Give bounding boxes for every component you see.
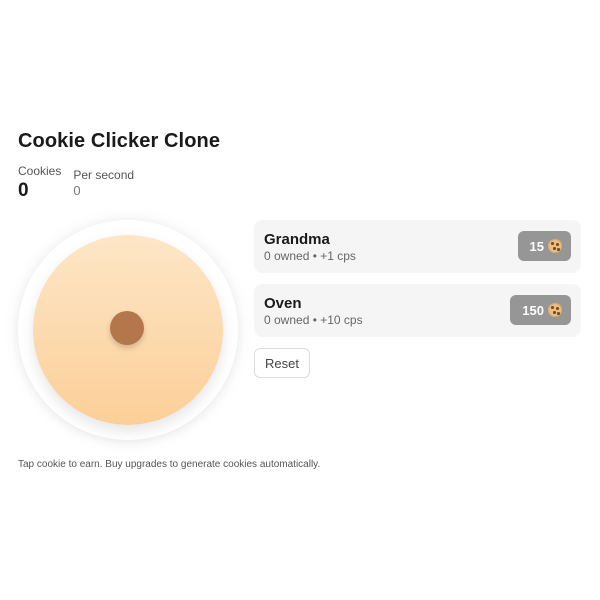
stats-panel: Cookies 0 Per second 0 [18, 164, 582, 204]
page-title: Cookie Clicker Clone [18, 130, 221, 152]
cookie-icon [548, 303, 562, 317]
app-container: Cookie Clicker Clone Cookies 0 Per secon… [18, 128, 582, 470]
upgrades-list: Grandma 0 owned • +1 cps 15 Oven 0 owned… [254, 220, 581, 378]
cookie-container [18, 220, 238, 440]
upgrade-detail: 0 owned • +10 cps [264, 313, 363, 327]
upgrade-name: Oven [264, 295, 302, 312]
upgrade-card-oven: Oven 0 owned • +10 cps 150 [254, 284, 581, 337]
upgrade-name: Grandma [264, 231, 330, 248]
per-second-label: Per second [73, 168, 135, 182]
per-second-value: 0 [73, 183, 81, 198]
cookies-label: Cookies [18, 164, 62, 178]
buy-oven-button[interactable]: 150 [510, 295, 571, 325]
cookie-icon[interactable] [33, 235, 223, 425]
upgrade-cost: 150 [522, 302, 544, 318]
upgrade-card-grandma: Grandma 0 owned • +1 cps 15 [254, 220, 581, 273]
cookie-icon [548, 239, 562, 253]
hint-text: Tap cookie to earn. Buy upgrades to gene… [18, 459, 321, 470]
main-area: Grandma 0 owned • +1 cps 15 Oven 0 owned… [18, 220, 582, 450]
reset-button[interactable]: Reset [254, 348, 310, 378]
upgrade-cost: 15 [529, 238, 544, 254]
buy-grandma-button[interactable]: 15 [517, 231, 571, 261]
upgrade-detail: 0 owned • +1 cps [264, 249, 356, 263]
cookies-stat: Cookies 0 [18, 164, 61, 204]
per-second-stat: Per second 0 [73, 164, 134, 204]
chocolate-chip-icon [110, 311, 144, 345]
cookies-count: 0 [18, 180, 29, 201]
